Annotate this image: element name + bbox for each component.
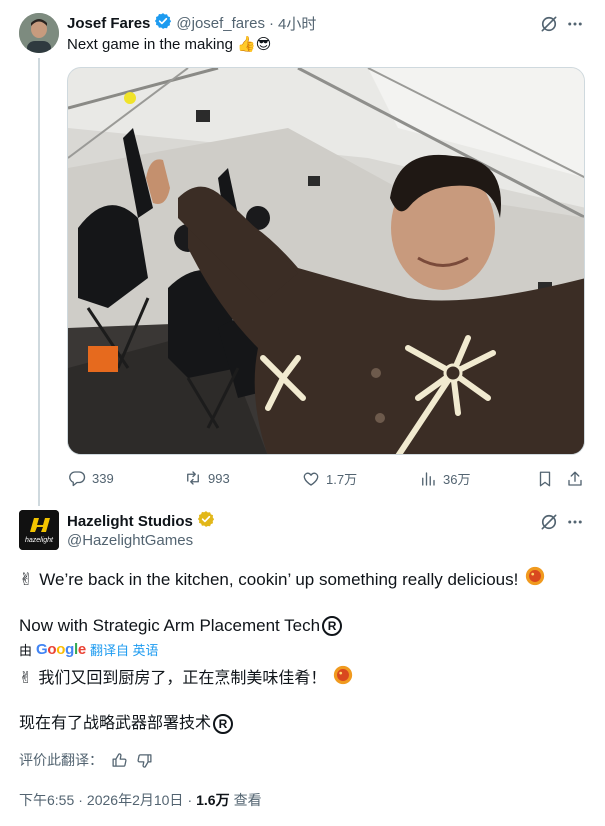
views-count: 1.6万 bbox=[196, 792, 230, 808]
retweet-count: 993 bbox=[208, 470, 230, 486]
author-name[interactable]: Hazelight Studios bbox=[67, 513, 193, 530]
thread-line bbox=[38, 58, 40, 506]
google-logo: Google bbox=[36, 641, 86, 658]
views-count: 36万 bbox=[443, 472, 471, 487]
food-icon bbox=[524, 565, 546, 594]
tweet-text-line1: We’re back in the kitchen, cookin’ up so… bbox=[39, 569, 519, 589]
views-icon bbox=[422, 471, 435, 486]
verified-badge-icon bbox=[154, 12, 172, 35]
like-count: 1.7万 bbox=[326, 472, 358, 487]
verified-badge-icon bbox=[197, 510, 215, 533]
tweet-photo[interactable] bbox=[67, 67, 585, 455]
victory-hand-icon: ✌ bbox=[19, 569, 34, 589]
registered-symbol: R bbox=[322, 616, 343, 636]
retweet-icon bbox=[187, 471, 199, 485]
reply-count: 339 bbox=[92, 470, 114, 486]
like-icon bbox=[303, 472, 319, 486]
separator: · bbox=[269, 14, 274, 32]
grok-icon[interactable] bbox=[538, 13, 560, 35]
author-handle[interactable]: @josef_fares bbox=[176, 15, 265, 32]
avatar[interactable]: hazelight bbox=[19, 510, 59, 550]
separator: · bbox=[78, 792, 83, 808]
rate-translation-label: 评价此翻译： bbox=[19, 752, 103, 768]
post-time[interactable]: 下午6:55 bbox=[19, 790, 74, 810]
logo-text: hazelight bbox=[24, 537, 54, 544]
author-handle[interactable]: @HazelightGames bbox=[67, 532, 193, 549]
timestamp[interactable]: 4小时 bbox=[278, 13, 316, 34]
translated-line2: 现在有了战略武器部署技术 bbox=[19, 715, 212, 732]
registered-symbol: R bbox=[213, 714, 234, 734]
more-icon[interactable] bbox=[564, 13, 586, 35]
thumbs-down-icon[interactable] bbox=[136, 752, 153, 769]
avatar[interactable] bbox=[19, 13, 59, 53]
separator: · bbox=[187, 792, 193, 808]
reply-button[interactable]: 339 bbox=[68, 469, 114, 487]
tweet-text-line2: Now with Strategic Arm Placement Tech bbox=[19, 616, 321, 635]
translation-source-link[interactable]: 翻译自 英语 bbox=[90, 640, 159, 659]
retweet-button[interactable]: 993 bbox=[184, 469, 230, 487]
victory-hand-icon: ✌ bbox=[19, 670, 33, 687]
tweet-text: Next game in the making bbox=[67, 36, 233, 53]
post-date[interactable]: 2026年2月10日 bbox=[87, 790, 184, 810]
views-button[interactable]: 36万 bbox=[419, 469, 470, 488]
views-label: 查看 bbox=[233, 792, 262, 808]
author-name[interactable]: Josef Fares bbox=[67, 15, 150, 32]
grok-icon[interactable] bbox=[538, 511, 560, 533]
reply-icon bbox=[69, 471, 86, 487]
translated-by-label: 由 bbox=[19, 643, 33, 658]
more-icon[interactable] bbox=[564, 511, 586, 533]
thumbs-up-icon[interactable] bbox=[111, 752, 128, 769]
translated-line1: 我们又回到厨房了，正在烹制美味佳肴！ bbox=[38, 670, 327, 687]
share-icon[interactable] bbox=[565, 469, 585, 489]
bookmark-icon[interactable] bbox=[535, 469, 555, 489]
like-button[interactable]: 1.7万 bbox=[302, 469, 357, 488]
emoji: 👍😎 bbox=[237, 36, 272, 53]
food-icon bbox=[332, 664, 354, 694]
